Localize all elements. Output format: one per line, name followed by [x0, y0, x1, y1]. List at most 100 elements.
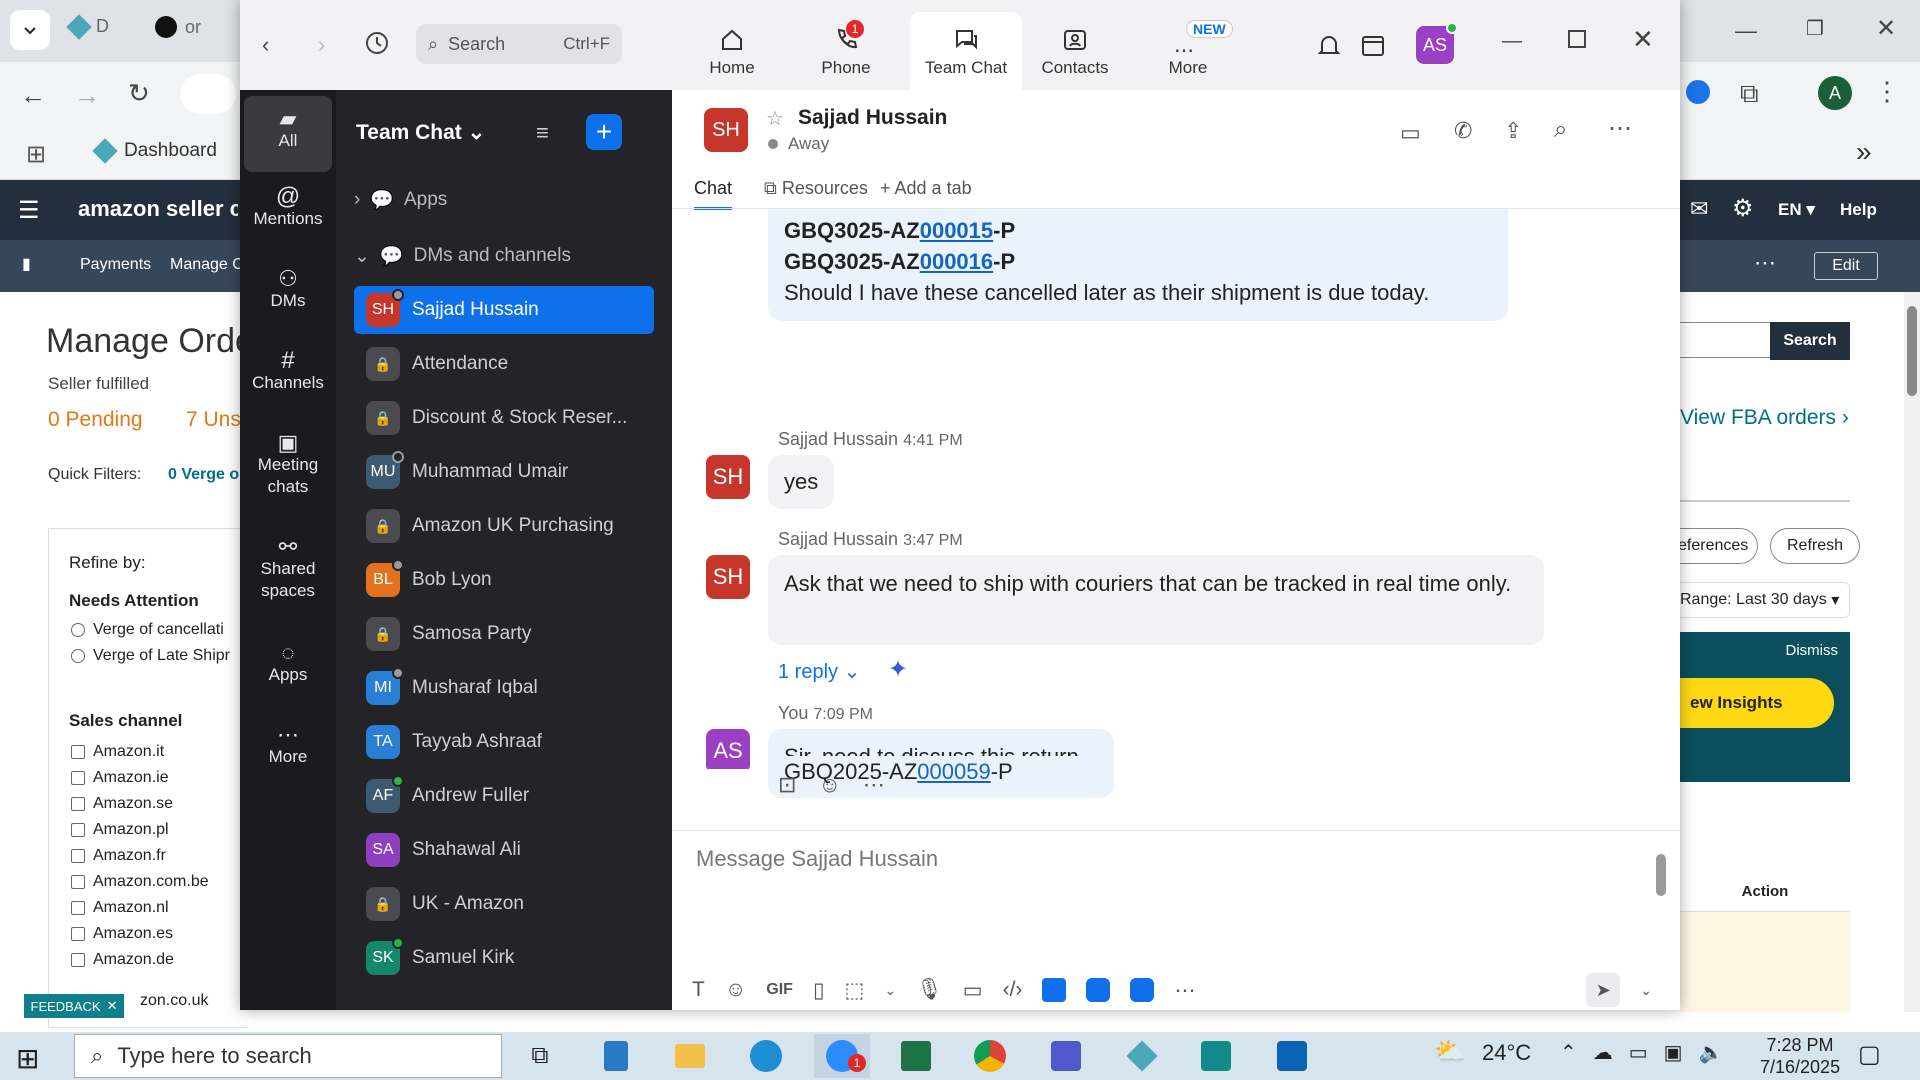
restore-icon[interactable]: ❐ — [1806, 16, 1824, 41]
battery-icon[interactable]: ▭ — [1629, 1040, 1648, 1065]
mail-icon[interactable]: ✉ — [1690, 196, 1708, 222]
browser-tab[interactable]: D — [66, 13, 109, 40]
sidebar-item-contact[interactable]: MU Muhammad Umair — [354, 448, 654, 496]
page-scrollbar[interactable] — [1904, 292, 1920, 1012]
channel-checkbox[interactable]: Amazon.com.be — [71, 869, 209, 895]
tab-team-chat[interactable]: Team Chat — [910, 12, 1022, 90]
send-icon[interactable]: ➤ — [1586, 973, 1621, 1007]
channel-checkbox-partial[interactable]: zon.co.uk — [140, 992, 208, 1010]
weather-temp[interactable]: 24°C — [1482, 1040, 1531, 1066]
filter-icon[interactable]: ≡ — [536, 120, 549, 146]
history-icon[interactable] — [364, 30, 390, 56]
more-icon[interactable]: ⋯ — [1174, 978, 1195, 1003]
close-icon[interactable]: ✕ — [1876, 14, 1896, 43]
bookmark-dashboard[interactable]: Dashboard — [92, 138, 217, 164]
clock[interactable]: 7:28 PM 7/16/2025 — [1760, 1034, 1840, 1078]
search-button[interactable]: Search — [1770, 322, 1850, 360]
sidebar-item-contact[interactable]: SK Samuel Kirk — [354, 934, 654, 982]
sidebar-item-contact[interactable]: 🔒 Discount & Stock Reser... — [354, 394, 654, 442]
hamburger-icon[interactable]: ☰ — [18, 196, 40, 225]
puzzle-icon[interactable]: ⧉ — [1740, 78, 1759, 110]
chevron-down-icon[interactable]: ⌄ — [1640, 982, 1652, 999]
more-icon[interactable]: ⋯ — [863, 772, 885, 798]
unshipped-tab[interactable]: 7 Uns — [186, 408, 241, 432]
zoom-taskbar-icon[interactable]: 1 — [814, 1034, 870, 1078]
sidebar-item-contact[interactable]: MI Musharaf Iqbal — [354, 664, 654, 712]
tab-home[interactable]: Home — [676, 12, 788, 90]
quick-filter-link[interactable]: 0 Verge o — [168, 466, 239, 484]
video-icon[interactable]: ▭ — [1400, 120, 1421, 146]
chevron-up-icon[interactable]: ⌃ — [1560, 1040, 1577, 1065]
sidebar-item-contact[interactable]: 🔒 UK - Amazon — [354, 880, 654, 928]
attention-option[interactable]: Verge of cancellati — [71, 617, 230, 643]
close-icon[interactable]: ✕ — [1632, 24, 1654, 55]
microphone-icon[interactable]: 🎙 — [916, 978, 943, 1002]
rail-all[interactable]: ▰ All — [244, 96, 332, 172]
order-search-input[interactable] — [1680, 322, 1772, 358]
minimize-icon[interactable]: — — [1502, 30, 1522, 53]
edit-button[interactable]: Edit — [1814, 252, 1878, 280]
gif-button[interactable]: GIF — [766, 981, 793, 999]
chevron-down-icon[interactable]: ⌄ — [884, 982, 896, 999]
emoji-icon[interactable]: ☺ — [725, 978, 746, 1002]
sidebar-item-contact[interactable]: BL Bob Lyon — [354, 556, 654, 604]
sidebar-item-contact[interactable]: AF Andrew Fuller — [354, 772, 654, 820]
format-text-icon[interactable]: T — [692, 978, 705, 1002]
date-range-select[interactable]: Range: Last 30 days ▾ — [1676, 582, 1850, 618]
excel-icon[interactable] — [888, 1034, 944, 1078]
dismiss-link[interactable]: Dismiss — [1786, 642, 1839, 659]
message-avatar[interactable]: SH — [706, 555, 750, 599]
amazon-logo[interactable]: amazon seller central — [78, 196, 238, 222]
sway-icon[interactable] — [1188, 1034, 1244, 1078]
forward-icon[interactable]: → — [74, 80, 100, 111]
new-chat-button[interactable]: + — [586, 114, 622, 150]
chat-scrollbar[interactable] — [1656, 210, 1666, 910]
sender-name[interactable]: Sajjad Hussain — [778, 529, 898, 549]
sidebar-item-contact[interactable]: 🔒 Samosa Party — [354, 610, 654, 658]
channel-checkbox[interactable]: Amazon.fr — [71, 843, 209, 869]
tab-contacts[interactable]: Contacts — [1019, 12, 1131, 90]
sender-name[interactable]: Sajjad Hussain — [778, 429, 898, 449]
pending-tab[interactable]: 0 Pending — [48, 408, 143, 432]
channel-checkbox[interactable]: Amazon.de — [71, 947, 209, 973]
channel-checkbox[interactable]: Amazon.it — [71, 739, 209, 765]
scrollbar-thumb[interactable] — [1656, 854, 1666, 896]
channel-checkbox[interactable]: Amazon.pl — [71, 817, 209, 843]
sidebar-title[interactable]: Team Chat ⌄ — [356, 120, 485, 145]
reload-icon[interactable]: ↻ — [128, 78, 150, 109]
browser-tab[interactable]: or — [155, 16, 201, 38]
channel-checkbox[interactable]: Amazon.es — [71, 921, 209, 947]
nav-payments[interactable]: Payments — [80, 256, 151, 274]
sidebar-item-contact[interactable]: 🔒 Attendance — [354, 340, 654, 388]
sidebar-item-contact[interactable]: SH Sajjad Hussain — [354, 286, 654, 334]
teams-icon[interactable] — [1038, 1034, 1094, 1078]
channel-checkbox[interactable]: Amazon.ie — [71, 765, 209, 791]
windows-start-icon[interactable]: ⊞ — [16, 1042, 39, 1075]
message-bubble[interactable]: GBQ3025-AZ000015-P GBQ3025-AZ000016-P Sh… — [768, 209, 1508, 321]
gear-icon[interactable]: ⚙ — [1732, 194, 1754, 223]
edge-icon[interactable] — [738, 1034, 794, 1078]
tab-phone[interactable]: 1 Phone — [790, 12, 902, 90]
bookmarks-overflow-icon[interactable]: » — [1856, 136, 1872, 168]
site-info-icon[interactable] — [180, 74, 236, 114]
sidebar-item-contact[interactable]: TA Tayyab Ashraaf — [354, 718, 654, 766]
emoji-react-icon[interactable]: ☺ — [818, 772, 840, 798]
video-message-icon[interactable]: ▭ — [963, 978, 983, 1003]
outlook-icon[interactable] — [1264, 1034, 1320, 1078]
order-link[interactable]: 000015 — [920, 218, 993, 243]
composer-input[interactable]: Message Sajjad Hussain — [696, 846, 938, 872]
nav-manage[interactable]: Manage C — [170, 256, 244, 274]
chat-header-name[interactable]: Sajjad Hussain — [798, 106, 947, 130]
message-avatar[interactable]: SH — [706, 455, 750, 499]
feedback-button[interactable]: FEEDBACK ✕ — [24, 994, 124, 1018]
thread-reply-link[interactable]: 1 reply ⌄ — [778, 659, 860, 684]
sidebar-item-contact[interactable]: SA Shahawal Ali — [354, 826, 654, 874]
sidebar-item-contact[interactable]: 🔒 Amazon UK Purchasing — [354, 502, 654, 550]
docs-icon[interactable] — [1042, 978, 1067, 1002]
apps-grid-icon[interactable]: ⊞ — [26, 140, 46, 169]
volume-icon[interactable]: 🔈 — [1699, 1040, 1724, 1065]
weather-icon[interactable]: ⛅ — [1434, 1036, 1466, 1067]
taskbar-search[interactable]: ⌕ Type here to search — [74, 1034, 502, 1078]
rail-meeting-chats[interactable]: ▣ Meeting chats — [244, 432, 332, 498]
more-icon[interactable]: ⋯ — [1754, 250, 1776, 276]
